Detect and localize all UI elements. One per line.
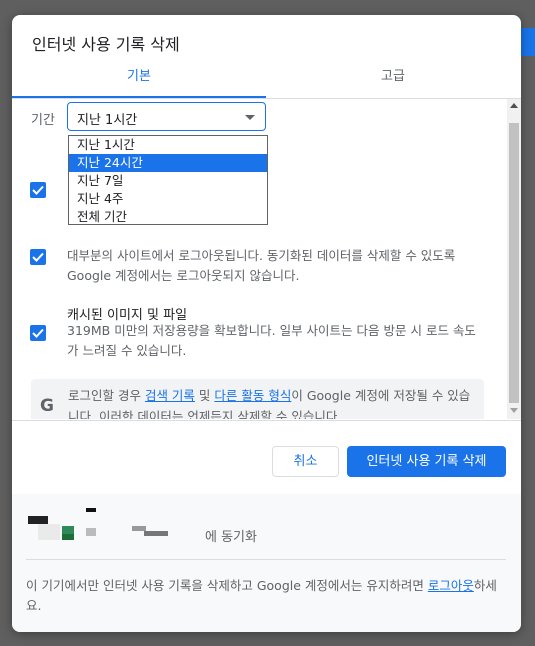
cookies-checkbox[interactable] xyxy=(30,249,46,265)
scrollbar-thumb[interactable] xyxy=(509,123,519,403)
scroll-up-arrow-icon[interactable] xyxy=(510,103,518,108)
cookies-description: 대부분의 사이트에서 로그아웃됩니다. 동기화된 데이터를 삭제할 수 있도록 … xyxy=(67,248,456,283)
dropdown-option[interactable]: 지난 4주 xyxy=(69,190,267,208)
avatar-part xyxy=(86,528,96,536)
dropdown-option-highlighted[interactable]: 지난 24시간 xyxy=(69,154,267,172)
sign-out-link[interactable]: 로그아웃 xyxy=(428,578,474,593)
account-name-redacted xyxy=(144,531,168,536)
avatar xyxy=(28,516,48,524)
active-tab-indicator xyxy=(12,96,266,98)
cache-checkbox[interactable] xyxy=(30,325,46,341)
cache-description: 319MB 미만의 저장용량을 확보합니다. 일부 사이트는 다음 방문 시 로… xyxy=(67,323,476,358)
sign-out-hint: 이 기기에서만 인터넷 사용 기록을 삭제하고 Google 계정에서는 유지하… xyxy=(26,578,497,613)
avatar-part xyxy=(86,508,96,512)
clear-data-button[interactable]: 인터넷 사용 기록 삭제 xyxy=(347,446,506,477)
avatar-part xyxy=(38,524,60,540)
browsing-history-checkbox[interactable] xyxy=(30,182,46,198)
check-icon xyxy=(32,252,44,262)
divider xyxy=(12,420,521,421)
note-text: 로그인할 경우 검색 기록 및 다른 활동 형식이 Google 계정에 저장될… xyxy=(68,388,471,419)
background-button xyxy=(521,28,535,56)
google-account-note: G 로그인할 경우 검색 기록 및 다른 활동 형식이 Google 계정에 저… xyxy=(31,379,484,419)
other-activity-link[interactable]: 다른 활동 형식 xyxy=(214,388,291,403)
check-icon xyxy=(32,185,44,195)
google-g-icon: G xyxy=(40,396,54,416)
tab-bar: 기본 고급 xyxy=(12,62,521,99)
time-range-value: 지난 1시간 xyxy=(77,113,138,128)
time-range-select[interactable]: 지난 1시간 xyxy=(67,102,266,131)
divider xyxy=(26,559,506,560)
chevron-down-icon xyxy=(245,115,255,120)
time-range-label: 기간 xyxy=(31,113,55,128)
dialog-content: 기간 지난 1시간 지난 1시간 지난 24시간 지난 7일 지난 4주 전체 … xyxy=(12,99,521,419)
sync-label: 에 동기화 xyxy=(205,530,257,545)
dialog-title: 인터넷 사용 기록 삭제 xyxy=(32,35,180,54)
tab-basic[interactable]: 기본 xyxy=(12,62,266,98)
tab-advanced[interactable]: 고급 xyxy=(266,62,520,98)
check-icon xyxy=(32,328,44,338)
dropdown-option[interactable]: 지난 7일 xyxy=(69,172,267,190)
cancel-button[interactable]: 취소 xyxy=(272,446,339,477)
dropdown-option[interactable]: 전체 기간 xyxy=(69,208,267,226)
sync-section: 에 동기화 이 기기에서만 인터넷 사용 기록을 삭제하고 Google 계정에… xyxy=(12,494,521,632)
scrollbar[interactable] xyxy=(507,99,521,419)
avatar-part xyxy=(62,534,74,540)
avatar-part xyxy=(62,526,74,534)
time-range-dropdown: 지난 1시간 지난 24시간 지난 7일 지난 4주 전체 기간 xyxy=(68,135,268,225)
clear-browsing-data-dialog: 인터넷 사용 기록 삭제 기본 고급 기간 지난 1시간 지난 1시간 지난 2… xyxy=(12,15,521,632)
search-history-link[interactable]: 검색 기록 xyxy=(145,388,195,403)
scroll-down-arrow-icon[interactable] xyxy=(510,408,518,413)
dropdown-option[interactable]: 지난 1시간 xyxy=(69,136,267,154)
